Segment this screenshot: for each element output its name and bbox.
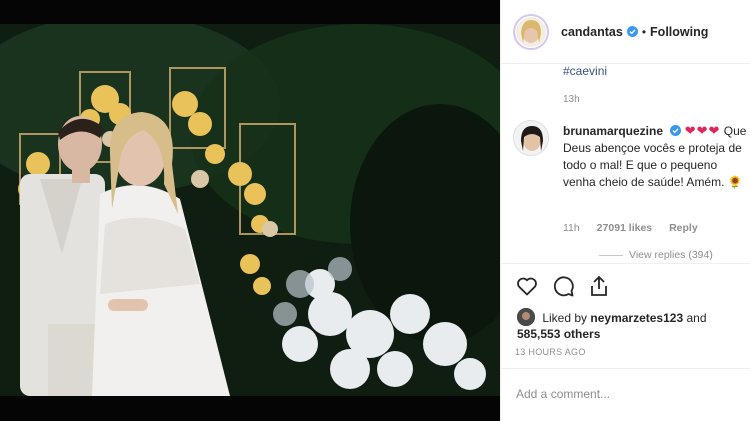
caption-hashtag[interactable]: #caevini — [563, 64, 607, 78]
follow-button[interactable]: Following — [650, 25, 708, 39]
liker-avatar[interactable] — [517, 308, 535, 326]
commenter-username[interactable]: brunamarquezine — [563, 124, 663, 138]
liked-by-user[interactable]: neymarzetes123 — [590, 311, 683, 325]
author-avatar[interactable] — [513, 13, 549, 50]
add-comment-input[interactable]: Add a comment... — [501, 368, 750, 421]
likes-and: and — [686, 311, 707, 325]
post-side-panel: candantas • Following #caevini 13h bruna… — [500, 0, 750, 421]
likes-summary: Liked by neymarzetes123 and 585,553 othe… — [517, 308, 747, 342]
likes-others[interactable]: 585,553 others — [517, 327, 600, 341]
comments-list[interactable]: #caevini 13h brunamarquezine ❤❤❤ Que Deu… — [501, 64, 750, 264]
liked-by-label: Liked by — [542, 311, 588, 325]
commenter-avatar[interactable] — [513, 120, 549, 156]
verified-icon — [626, 26, 638, 37]
caption-time[interactable]: 13h — [563, 94, 580, 105]
post-header: candantas • Following — [501, 0, 750, 64]
post-photo[interactable] — [0, 24, 500, 396]
post-timestamp[interactable]: 13 HOURS AGO — [515, 347, 586, 357]
comment-body: brunamarquezine ❤❤❤ Que Deus abençoe voc… — [563, 122, 749, 191]
comment-icon[interactable] — [551, 274, 575, 298]
post-actions: Liked by neymarzetes123 and 585,553 othe… — [501, 263, 750, 343]
comment-likes[interactable]: 27091 likes — [597, 222, 652, 234]
comment-time[interactable]: 11h — [563, 222, 580, 234]
author-username[interactable]: candantas — [561, 25, 623, 39]
post-media-frame — [0, 0, 500, 421]
comment-meta: 11h 27091 likes Reply — [563, 222, 712, 234]
wedding-photo-illustration — [0, 24, 500, 396]
verified-icon — [670, 125, 682, 136]
share-icon[interactable] — [587, 274, 611, 298]
heart-icon[interactable] — [515, 274, 539, 298]
heart-emojis: ❤❤❤ — [684, 123, 721, 138]
view-replies-button[interactable]: View replies (394) — [599, 249, 713, 261]
reply-button[interactable]: Reply — [669, 222, 698, 234]
separator-dot: • — [641, 24, 647, 39]
